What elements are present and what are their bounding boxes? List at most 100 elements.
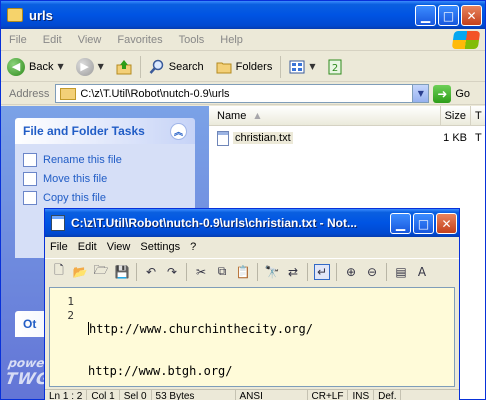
open-folder-icon[interactable]: 📂 [72, 264, 88, 280]
file-size: 1 KB [443, 132, 467, 144]
menu-file[interactable]: File [45, 241, 73, 253]
redo-icon[interactable]: ↷ [164, 264, 180, 280]
file-row[interactable]: christian.txt 1 KB T [209, 129, 485, 147]
word-wrap-icon[interactable]: ↵ [314, 263, 330, 280]
address-value: C:\z\T.Util\Robot\nutch-0.9\urls [80, 87, 230, 100]
tasks-title: File and Folder Tasks [23, 124, 145, 138]
folders-button[interactable]: Folders [210, 55, 279, 79]
menu-edit[interactable]: Edit [35, 34, 70, 46]
replace-icon[interactable]: ⇄ [285, 264, 301, 280]
paste-icon[interactable]: 📋 [235, 264, 251, 280]
toolbar-separator [307, 262, 308, 281]
menu-about[interactable]: ? [185, 241, 201, 253]
notepad-title: C:\z\T.Util\Robot\nutch-0.9\urls\christi… [71, 216, 358, 230]
windows-logo-icon [451, 31, 481, 49]
tasks-header[interactable]: File and Folder Tasks ︽ [15, 118, 195, 144]
menu-view[interactable]: View [102, 241, 136, 253]
task-move[interactable]: Move this file [23, 169, 187, 188]
menu-file[interactable]: File [1, 34, 35, 46]
menu-view[interactable]: View [70, 34, 110, 46]
maximize-button[interactable]: □ [413, 213, 434, 234]
address-field[interactable]: C:\z\T.Util\Robot\nutch-0.9\urls ▼ [55, 84, 430, 103]
explorer-menubar: File Edit View Favorites Tools Help [1, 29, 485, 51]
close-button[interactable]: ✕ [461, 5, 482, 26]
font-icon[interactable]: A [414, 264, 430, 280]
views-icon [289, 60, 305, 73]
column-type[interactable]: T [471, 110, 482, 122]
menu-favorites[interactable]: Favorites [109, 34, 170, 46]
minimize-button[interactable]: ▁ [415, 5, 436, 26]
close-button[interactable]: ✕ [436, 213, 457, 234]
menu-help[interactable]: Help [212, 34, 251, 46]
column-name-label: Name [217, 109, 247, 122]
browse-icon[interactable]: 🗁 [93, 263, 109, 280]
zoom-out-icon[interactable]: ⊖ [364, 264, 380, 280]
new-file-icon[interactable]: 🗋 [51, 263, 67, 280]
folder-icon [60, 87, 77, 100]
notepad-icon [51, 215, 65, 231]
menu-tools[interactable]: Tools [171, 34, 213, 46]
file-type: T [475, 132, 482, 144]
zoom-in-icon[interactable]: ⊕ [343, 264, 359, 280]
editor-line: http://www.btgh.org/ [88, 364, 233, 378]
editor-text[interactable]: http://www.churchinthecity.org/ http://w… [82, 288, 313, 386]
view-icon[interactable]: ▤ [393, 264, 409, 280]
search-button[interactable]: Search [143, 55, 210, 79]
status-line-ending: CR+LF [308, 390, 349, 400]
chevron-down-icon: ▼ [97, 62, 104, 71]
copy-icon [23, 190, 37, 205]
chevron-down-icon: ▼ [309, 62, 316, 71]
column-size-label: Size [444, 109, 466, 122]
back-button[interactable]: ◀ Back ▼ [1, 55, 70, 79]
back-arrow-icon: ◀ [7, 57, 25, 76]
toolbar-separator [139, 55, 141, 78]
search-icon [149, 59, 164, 74]
status-selection: Sel 0 [120, 390, 152, 400]
status-line: Ln 1 : 2 [45, 390, 88, 400]
toolbar-separator [386, 262, 387, 281]
collapse-icon[interactable]: ︽ [170, 122, 187, 140]
explorer-title: urls [29, 7, 53, 23]
task-copy[interactable]: Copy this file [23, 188, 187, 207]
editor-area[interactable]: 1 2 http://www.churchinthecity.org/ http… [49, 287, 455, 387]
go-button[interactable]: ➜ Go [433, 84, 470, 103]
other-title: Ot [23, 317, 37, 331]
chevron-down-icon[interactable]: ▼ [412, 85, 429, 102]
status-bytes: 53 Bytes [152, 390, 236, 400]
notepad-titlebar[interactable]: C:\z\T.Util\Robot\nutch-0.9\urls\christi… [45, 209, 459, 237]
search-label: Search [168, 60, 204, 73]
cut-icon[interactable]: ✂ [193, 264, 209, 280]
save-icon[interactable]: 💾 [114, 264, 130, 280]
address-bar: Address C:\z\T.Util\Robot\nutch-0.9\urls… [1, 83, 485, 105]
toolbar-separator [336, 262, 337, 281]
status-column: Col 1 [87, 390, 120, 400]
task-label: Rename this file [43, 153, 122, 166]
text-file-icon [217, 130, 229, 146]
find-icon[interactable]: 🔭 [264, 264, 280, 280]
sync-icon: 2 [328, 59, 342, 74]
menu-settings[interactable]: Settings [135, 241, 185, 253]
sync-button[interactable]: 2 [321, 55, 349, 79]
forward-button[interactable]: ▶ ▼ [70, 55, 110, 79]
notepad-window: C:\z\T.Util\Robot\nutch-0.9\urls\christi… [44, 208, 460, 400]
undo-icon[interactable]: ↶ [143, 264, 159, 280]
back-label: Back [29, 60, 54, 73]
explorer-titlebar[interactable]: urls ▁ □ ✕ [1, 1, 485, 29]
maximize-button[interactable]: □ [438, 5, 459, 26]
notepad-menubar: File Edit View Settings ? [45, 237, 459, 257]
line-number-gutter: 1 2 [50, 288, 82, 386]
chevron-down-icon: ▼ [57, 62, 64, 71]
views-button[interactable]: ▼ [283, 55, 321, 79]
up-folder-button[interactable] [110, 55, 138, 79]
menu-edit[interactable]: Edit [73, 241, 102, 253]
file-name: christian.txt [233, 132, 293, 144]
column-headers: Name ▲ Size T [209, 106, 485, 126]
toolbar-separator [136, 262, 137, 281]
minimize-button[interactable]: ▁ [390, 213, 411, 234]
task-label: Move this file [43, 172, 108, 185]
column-size[interactable]: Size [441, 106, 471, 125]
line-number: 1 [67, 295, 74, 308]
task-rename[interactable]: Rename this file [23, 150, 187, 169]
copy-icon[interactable]: ⧉ [214, 264, 230, 280]
column-name[interactable]: Name ▲ [209, 106, 441, 125]
